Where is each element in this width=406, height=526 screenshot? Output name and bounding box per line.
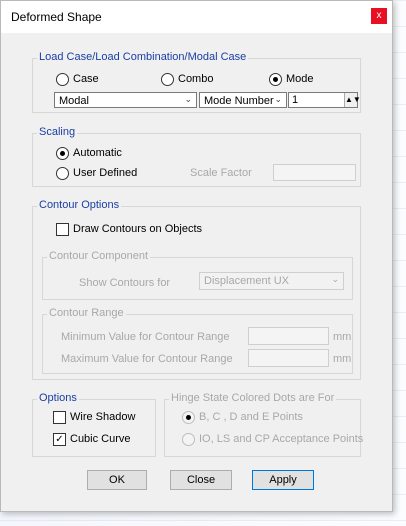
hinge-bcde-label: B, C , D and E Points	[199, 411, 303, 423]
contour-options-group: Contour Options Draw Contours on Objects…	[32, 199, 361, 380]
max-value-label: Maximum Value for Contour Range	[61, 353, 233, 365]
cubic-curve-checkbox[interactable]: ✓	[53, 433, 66, 446]
hinge-bcde-radio[interactable]	[182, 411, 195, 424]
mode-type-select-value: Mode Number	[204, 95, 274, 107]
max-unit-label: mm	[333, 353, 352, 365]
chevron-down-icon: ⌄	[331, 274, 339, 284]
scale-factor-input[interactable]	[273, 164, 356, 181]
close-button[interactable]: Close	[170, 470, 232, 490]
options-group: Options Wire Shadow ✓ Cubic Curve	[32, 392, 156, 457]
show-contours-for-value: Displacement UX	[204, 275, 289, 287]
show-contours-for-label: Show Contours for	[79, 277, 171, 289]
case-select[interactable]: Modal ⌄	[54, 92, 197, 108]
chevron-down-icon: ⌄	[274, 94, 282, 104]
contour-options-group-label: Contour Options	[37, 199, 122, 211]
contour-component-label: Contour Component	[47, 250, 151, 262]
automatic-radio-label: Automatic	[73, 147, 122, 159]
contour-range-group: Contour Range Minimum Value for Contour …	[42, 307, 353, 374]
load-case-group-label: Load Case/Load Combination/Modal Case	[37, 51, 249, 63]
close-window-button[interactable]: x	[371, 8, 387, 24]
hinge-iolscp-label: IO, LS and CP Acceptance Points	[199, 433, 364, 445]
mode-number-value: 1	[292, 94, 299, 106]
mode-type-select[interactable]: Mode Number ⌄	[199, 92, 287, 108]
chevron-down-icon: ⌄	[184, 94, 192, 104]
min-value-input[interactable]	[248, 327, 329, 345]
draw-contours-label: Draw Contours on Objects	[73, 223, 202, 235]
hinge-state-group-label: Hinge State Colored Dots are For	[169, 392, 337, 404]
show-contours-for-select[interactable]: Displacement UX ⌄	[199, 272, 344, 290]
scale-factor-label: Scale Factor	[190, 167, 252, 179]
contour-component-group: Contour Component Show Contours for Disp…	[42, 250, 353, 300]
case-select-value: Modal	[59, 95, 89, 107]
title-bar: Deformed Shape x	[1, 1, 392, 33]
ok-button[interactable]: OK	[87, 470, 147, 490]
combo-radio-label: Combo	[178, 73, 214, 85]
options-group-label: Options	[37, 392, 79, 404]
user-defined-radio[interactable]	[56, 167, 69, 180]
min-value-label: Minimum Value for Contour Range	[61, 331, 230, 343]
max-value-input[interactable]	[248, 349, 329, 367]
mode-radio-label: Mode	[286, 73, 314, 85]
min-unit-label: mm	[333, 331, 352, 343]
spin-arrows-icon[interactable]: ▲▼	[344, 93, 361, 107]
case-radio[interactable]	[56, 73, 69, 86]
hinge-state-group: Hinge State Colored Dots are For B, C , …	[164, 392, 364, 457]
user-defined-radio-label: User Defined	[73, 167, 138, 179]
mode-number-spinner[interactable]: 1 ▲▼	[288, 92, 361, 108]
wire-shadow-checkbox[interactable]	[53, 411, 66, 424]
combo-radio[interactable]	[161, 73, 174, 86]
window-title: Deformed Shape	[11, 10, 102, 24]
case-radio-label: Case	[73, 73, 99, 85]
contour-range-label: Contour Range	[47, 307, 126, 319]
scaling-group-label: Scaling	[37, 126, 78, 138]
automatic-radio[interactable]	[56, 147, 69, 160]
deformed-shape-dialog: Deformed Shape x Load Case/Load Combinat…	[0, 0, 393, 512]
scaling-group: Scaling Automatic User Defined Scale Fac…	[32, 126, 361, 187]
apply-button[interactable]: Apply	[252, 470, 314, 490]
mode-radio[interactable]	[269, 73, 282, 86]
hinge-iolscp-radio[interactable]	[182, 433, 195, 446]
load-case-group: Load Case/Load Combination/Modal Case Ca…	[32, 51, 361, 113]
draw-contours-checkbox[interactable]	[56, 223, 69, 236]
cubic-curve-label: Cubic Curve	[70, 433, 131, 445]
wire-shadow-label: Wire Shadow	[70, 411, 136, 423]
